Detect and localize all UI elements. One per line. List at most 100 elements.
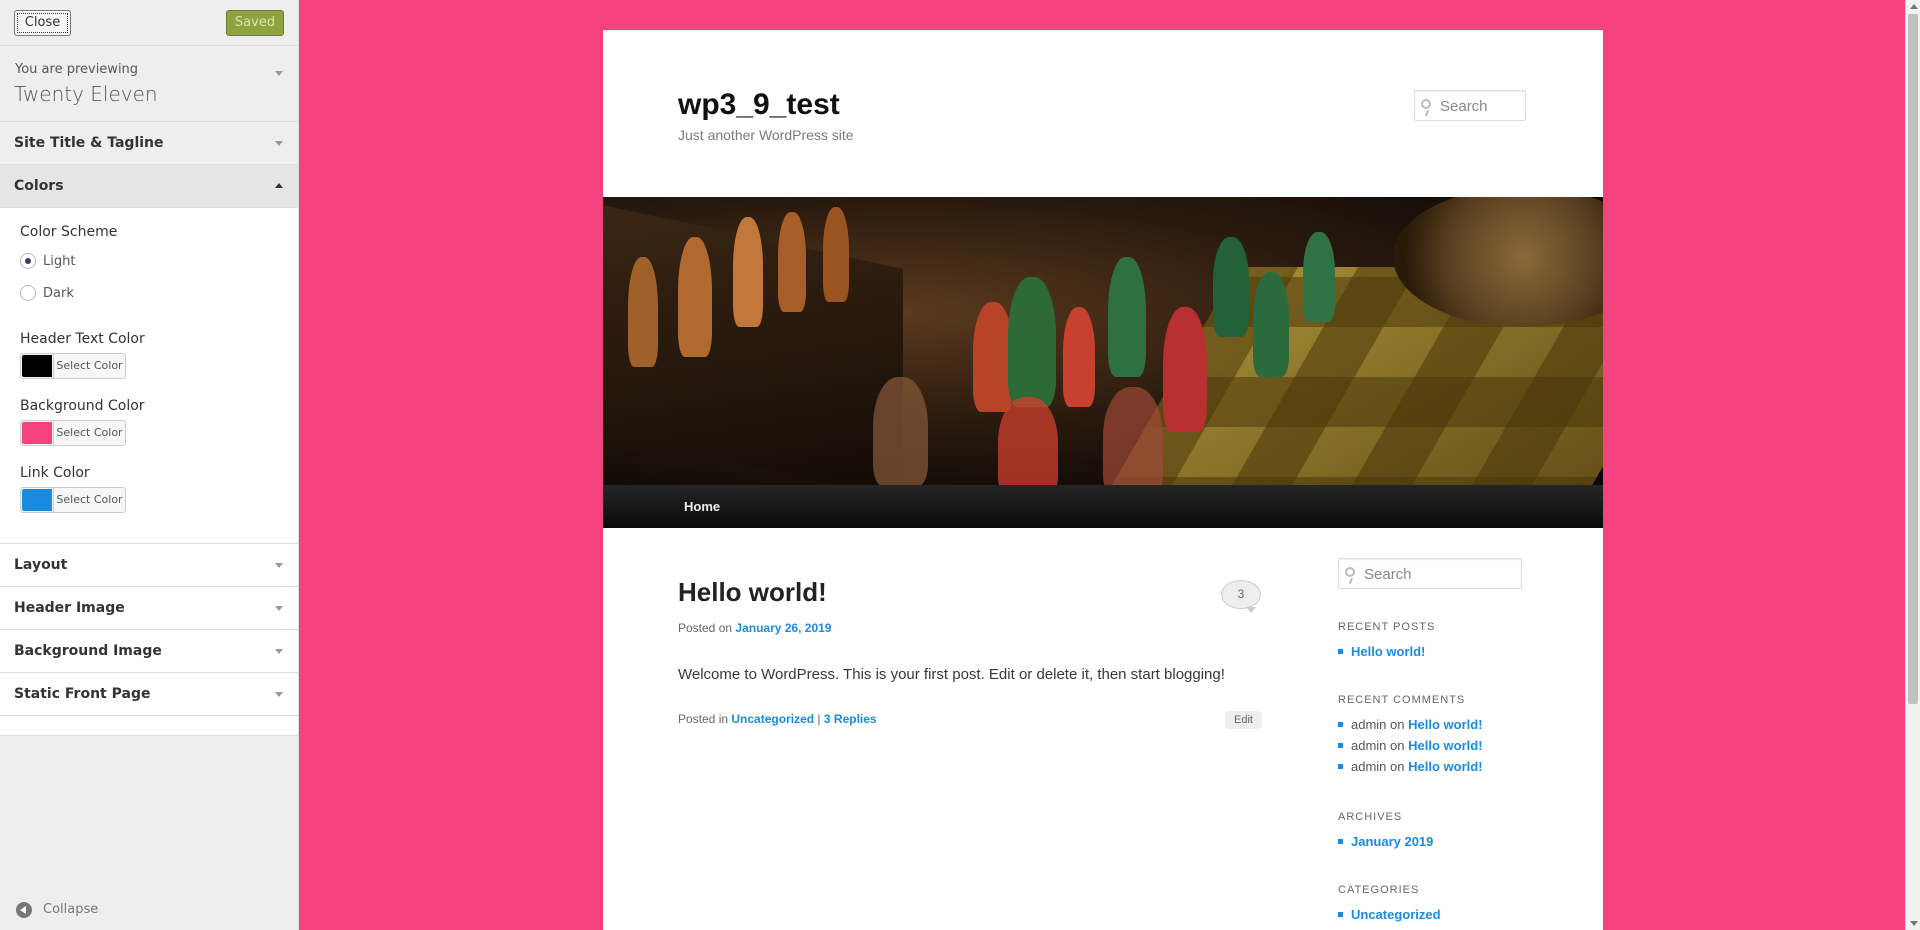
comment-author: admin	[1351, 759, 1387, 774]
chess-piece	[823, 207, 849, 302]
bullet	[1338, 743, 1343, 748]
customizer-sidebar: Close Saved You are previewing Twenty El…	[0, 0, 299, 930]
collapse-arrow-icon[interactable]	[16, 902, 32, 918]
posted-in-label: Posted in	[678, 712, 729, 726]
header-text-color-title: Header Text Color	[20, 331, 145, 347]
main-navigation: Home	[603, 485, 1603, 528]
section-site-title-tagline[interactable]: Site Title & Tagline	[0, 122, 298, 165]
chess-piece	[1108, 257, 1146, 377]
search-icon	[1345, 567, 1355, 577]
chess-piece	[1163, 307, 1207, 432]
section-header-image[interactable]: Header Image	[0, 587, 298, 630]
chess-piece	[1103, 387, 1163, 485]
comment-count-bubble[interactable]: 3	[1221, 580, 1261, 613]
post-meta: Posted on January 26, 2019	[678, 621, 831, 635]
chevron-down-icon	[275, 649, 283, 654]
archive-link[interactable]: January 2019	[1351, 834, 1433, 849]
comment-post-link[interactable]: Hello world!	[1408, 738, 1482, 753]
chess-piece	[973, 302, 1013, 412]
categories-list: Uncategorized	[1338, 907, 1441, 928]
comment-post-link[interactable]: Hello world!	[1408, 717, 1482, 732]
select-color-button[interactable]: Select Color	[53, 488, 125, 512]
scrollbar-thumb[interactable]	[1908, 14, 1918, 704]
replies-link[interactable]: 3 Replies	[824, 712, 877, 726]
section-static-front-page[interactable]: Static Front Page	[0, 673, 298, 716]
sidebar-spacer	[0, 716, 298, 736]
list-item: Hello world!	[1338, 644, 1425, 665]
site-preview: wp3_9_test Just another WordPress site S…	[603, 30, 1603, 930]
radio-dark[interactable]	[20, 285, 36, 301]
header-text-color-swatch[interactable]	[22, 355, 52, 377]
radio-light-label[interactable]: Light	[43, 254, 75, 269]
bullet	[1338, 912, 1343, 917]
site-tagline: Just another WordPress site	[678, 127, 854, 143]
link-color-swatch[interactable]	[22, 489, 52, 511]
recent-comments-title: RECENT COMMENTS	[1338, 694, 1466, 706]
link-color-picker[interactable]: Select Color	[20, 487, 126, 513]
archives-title: ARCHIVES	[1338, 811, 1403, 823]
search-icon	[1421, 99, 1431, 109]
section-colors[interactable]: Colors	[0, 165, 298, 208]
background-color-title: Background Color	[20, 398, 145, 414]
search-placeholder: Search	[1440, 98, 1488, 115]
select-color-button[interactable]: Select Color	[53, 354, 125, 378]
section-layout[interactable]: Layout	[0, 544, 298, 587]
section-label: Layout	[14, 557, 68, 573]
post-footer-meta: Posted in Uncategorized | 3 Replies	[678, 712, 877, 726]
chess-piece	[873, 377, 928, 485]
header-search-input[interactable]: Search	[1414, 90, 1526, 121]
saved-button[interactable]: Saved	[226, 10, 284, 36]
background-color-swatch[interactable]	[22, 422, 52, 444]
section-background-image[interactable]: Background Image	[0, 630, 298, 673]
nav-home-link[interactable]: Home	[684, 499, 720, 514]
chess-piece	[1063, 307, 1095, 407]
color-scheme-title: Color Scheme	[20, 224, 118, 240]
category-widget-link[interactable]: Uncategorized	[1351, 907, 1441, 922]
radio-light[interactable]	[20, 253, 36, 269]
bullet	[1338, 649, 1343, 654]
radio-dark-label[interactable]: Dark	[43, 286, 74, 301]
meta-separator: |	[817, 712, 821, 726]
close-button[interactable]: Close	[14, 10, 71, 36]
recent-post-link[interactable]: Hello world!	[1351, 644, 1425, 659]
chess-piece	[1253, 272, 1289, 377]
site-title[interactable]: wp3_9_test	[678, 88, 840, 122]
chevron-down-icon	[275, 563, 283, 568]
comment-post-link[interactable]: Hello world!	[1408, 759, 1482, 774]
posted-on-label: Posted on	[678, 621, 733, 635]
category-link[interactable]: Uncategorized	[731, 712, 814, 726]
colors-panel: Color Scheme Light Dark Header Text Colo…	[0, 208, 298, 544]
scroll-up-icon[interactable]	[1910, 4, 1918, 9]
search-placeholder: Search	[1364, 566, 1412, 583]
header-text-color-picker[interactable]: Select Color	[20, 353, 126, 379]
widget-search-input[interactable]: Search	[1338, 558, 1522, 589]
comment-author: admin	[1351, 717, 1387, 732]
chess-piece	[1213, 237, 1249, 337]
section-label: Background Image	[14, 643, 162, 659]
header-image[interactable]	[603, 197, 1603, 485]
post-date-link[interactable]: January 26, 2019	[735, 621, 831, 635]
section-label: Static Front Page	[14, 686, 151, 702]
chess-piece	[628, 257, 658, 367]
comment-on: on	[1390, 717, 1405, 732]
collapse-label[interactable]: Collapse	[43, 902, 98, 917]
archives-list: January 2019	[1338, 834, 1433, 855]
comment-on: on	[1390, 759, 1405, 774]
post-content: Welcome to WordPress. This is your first…	[678, 666, 1225, 683]
scroll-down-icon[interactable]	[1910, 921, 1918, 926]
edit-post-link[interactable]: Edit	[1225, 711, 1262, 729]
preview-scrollbar[interactable]	[1905, 0, 1920, 930]
comment-on: on	[1390, 738, 1405, 753]
post-title[interactable]: Hello world!	[678, 577, 827, 608]
list-item: admin on Hello world!	[1338, 738, 1483, 759]
theme-info[interactable]: You are previewing Twenty Eleven	[0, 46, 298, 122]
list-item: admin on Hello world!	[1338, 759, 1483, 780]
chevron-down-icon	[275, 606, 283, 611]
previewing-label: You are previewing	[15, 62, 139, 77]
collapse-sidebar-button[interactable]: Collapse	[0, 890, 299, 930]
chess-piece	[998, 397, 1058, 485]
background-color-picker[interactable]: Select Color	[20, 420, 126, 446]
chevron-down-icon[interactable]	[275, 71, 283, 76]
select-color-button[interactable]: Select Color	[53, 421, 125, 445]
bullet	[1338, 839, 1343, 844]
